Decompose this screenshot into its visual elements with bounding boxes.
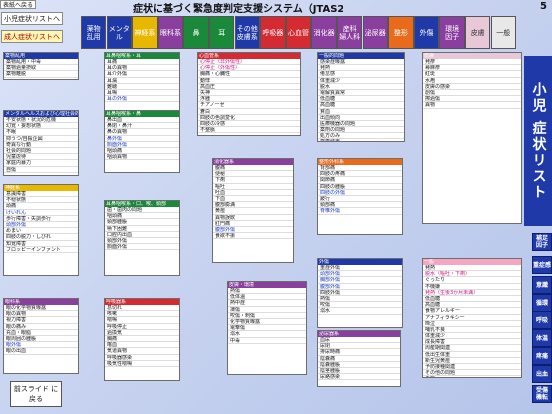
side-button-5[interactable]: 体温 [532,329,552,347]
symptom-item[interactable]: 食欲不振 [213,233,293,240]
tab-8[interactable]: 心血管 [285,16,312,49]
symptom-item[interactable]: 自傷 [4,167,78,173]
cover-button[interactable]: 表紙へ戻る [0,0,36,9]
page-number: 5 [540,1,547,12]
symptom-item[interactable]: 脊椎外傷 [318,208,402,215]
adult-list-button[interactable]: 成人症状リストへ [1,30,63,43]
symptom-box-7: 呼吸器系 息切れ 咳嗽 喘鳴 呼吸停止 過換気 胸痛 喀血 気道異物 呼吸器感染 吸気性喘鳴 [104,298,180,381]
symptom-box-15: 一般 発熱 脱水（嘔吐・下痢） ぐったり 不機嫌 発熱（生後3か月未満） 低血糖 高血糖 食物ア… [422,258,522,378]
symptom-item[interactable]: 薬物離脱 [4,71,78,78]
symptom-item[interactable]: 耳の外傷 [105,96,179,103]
tab-15[interactable]: 皮膚 [465,16,491,49]
side-button-8[interactable]: 受傷 機転 [532,385,552,403]
symptom-item[interactable]: 再診 [423,376,521,377]
side-button-3[interactable]: 循環 [532,294,552,312]
symptom-box-1: メンタルヘルスおよび心理社会的問題不安状態・状況的危機幻覚・妄想状態不眠抑うつ/… [3,110,79,176]
tab-14[interactable]: 環境 因子 [439,16,465,49]
tab-1[interactable]: メンタ ル [106,16,132,49]
symptom-item[interactable]: 検査結果 [318,139,404,141]
symptom-box-16: 一般的問題 感染症曝露 発熱 倦怠感 体重減少 脱水 電解質異常 低血糖 高血糖 貧血 出血傾向 医療… [317,52,405,142]
symptom-item[interactable]: 異物 [423,102,521,109]
symptom-box-8: 心血管系 心停止（非外傷性） 心停止（外傷性） 胸痛・心臓性 動悸 高血圧 失神 浮腫 チアノー… [197,52,301,136]
symptom-item[interactable]: 溺水 [318,308,402,315]
symptom-item[interactable]: フロッピーインファント [4,247,78,253]
tab-16[interactable]: 一般 [490,16,516,49]
tab-9[interactable]: 消化器 [311,16,337,49]
tab-6[interactable]: その他 皮膚系 [234,16,260,49]
symptom-box-14: 皮膚 発疹 蕁麻疹 紅斑 水疱 皮膚の感染 創傷 擦過傷 異物 [422,52,522,224]
symptom-box-10: 整形外科系 背部痛 四肢の疼痛 関節痛 四肢の腫脹 四肢の外傷 跛行 頸部痛 脊椎外傷 [317,158,403,235]
symptom-item[interactable]: 眼の出血 [4,348,78,355]
side-button-4[interactable]: 呼吸 [532,311,552,329]
symptom-item[interactable]: 尿路感染 [318,374,400,381]
symptom-box-5: 耳鼻咽喉系・鼻 鼻出血 鼻閉・鼻汁 鼻の異物 鼻外傷 顔面外傷 咽頭痛 咽頭異物 [104,110,180,173]
side-button-1[interactable]: 重症感 [532,256,552,274]
side-button-6[interactable]: 疼痛 [532,347,552,365]
symptom-item[interactable]: 顔面外傷 [105,244,179,251]
tab-7[interactable]: 呼吸器 [260,16,286,49]
tab-4[interactable]: 鼻 [183,16,209,49]
pediatric-list-button[interactable]: 小児症状リストへ [1,12,63,25]
symptom-item[interactable]: 中毒 [228,338,306,344]
tab-0[interactable]: 薬物 乱用 [81,16,107,49]
tab-2[interactable]: 神経系 [132,16,158,49]
symptom-item[interactable]: 不整脈 [198,127,300,134]
symptom-box-12: 皮膚・環境 熱傷 低体温 熱中症 凍傷 咬傷・刺傷 化学物質曝露 電撃傷 溺水 中毒 [227,281,307,375]
tab-3[interactable]: 眼科系 [157,16,184,49]
symptom-box-3: 眼科系 眼の化学物質曝露 眼の異物 視力障害 眼の痛み 充血・眼脂 眼周囲の腫脹 眼外傷 眼の出… [3,298,79,374]
symptom-box-0: 薬物乱用 薬物乱用・中毒 薬物過量摂取 薬物離脱 [3,52,79,80]
vertical-title: 小児 症状リスト [524,56,552,226]
back-button[interactable]: 前スライド に戻る [10,381,62,407]
symptom-box-2: 神経系 意識障害 不穏状態 頭痛 けいれん 歩行障害・失調歩行 頭部外傷 めまい 四肢の脱力・し… [3,184,79,276]
side-button-2[interactable]: 意識 [532,276,552,294]
tab-12[interactable]: 整形 [388,16,414,49]
tab-11[interactable]: 泌尿器 [362,16,388,49]
tab-10[interactable]: 産科 婦人科 [337,16,363,49]
side-button-7[interactable]: 出血 [532,365,552,383]
tab-13[interactable]: 外傷 [413,16,440,49]
symptom-item[interactable]: 咽頭異物 [105,154,179,161]
symptom-box-11: 外傷 重症外傷 頭部外傷 胸部外傷 腹部外傷 四肢外傷 熱傷 咬傷 溺水 [317,258,403,328]
tab-5[interactable]: 耳 [209,16,235,49]
symptom-box-13: 泌尿器系 血尿 尿閉 排尿時痛 陰嚢痛 陰嚢腫脹 陰茎腫脹 尿路感染 [317,330,401,387]
symptom-item[interactable]: 吸気性喘鳴 [105,361,179,367]
symptom-box-9: 消化器系 腹痛 便秘 下痢 嘔吐 吐血 下血 腹部膨満 黄疸 異物誤飲 肛門痛 腹部外傷 食欲不振 [212,158,294,263]
page-title: 症状に基づく緊急度判定支援システム（JTAS2012） [133,4,343,14]
side-button-0[interactable]: 補足 因子 [532,233,552,251]
symptom-box-6: 耳鼻咽喉系・口、喉、頸部 歯・歯肉の問題 咽頭痛 頸部腫脹 嚥下困難 口腔内出血 頸部外傷顔… [104,200,180,276]
